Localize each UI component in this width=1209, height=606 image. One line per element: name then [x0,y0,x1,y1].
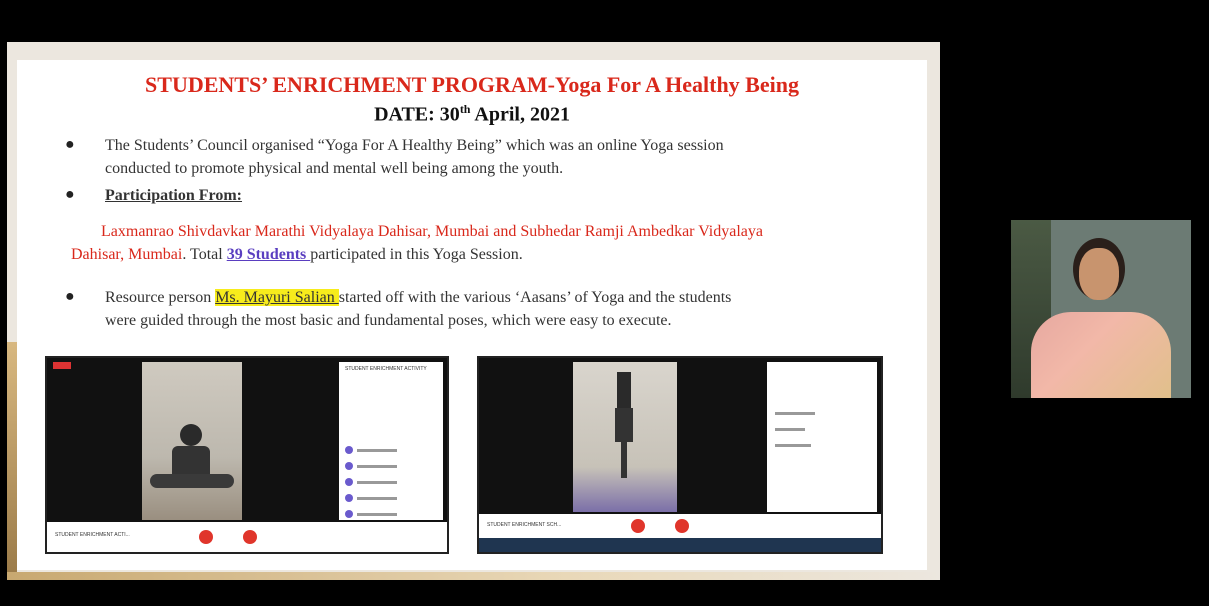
chat-panel [767,362,877,512]
students-count: 39 Students [226,246,311,263]
slide-accent-bar [7,342,17,580]
meeting-screenshot-1: STUDENT ENRICHMENT ACTIVITY STUDENT ENRI… [45,356,449,554]
camera-button [675,519,689,533]
resource-person-name: Ms. Mayuri Salian [215,289,339,306]
presenter-webcam [1011,220,1191,398]
participant-video [142,362,242,520]
bullet-2-participation: Participation From: [105,187,243,204]
bullet-dot: ● [65,136,75,153]
rec-badge [53,362,71,369]
meeting-screenshot-2: STUDENT ENRICHMENT SCH... [477,356,883,554]
slide: STUDENTS’ ENRICHMENT PROGRAM-Yoga For A … [17,60,927,570]
meeting-controls: STUDENT ENRICHMENT SCH... [479,514,881,538]
bullet-1: The Students’ Council organised “Yoga Fo… [105,137,724,177]
mic-button [631,519,645,533]
participants: Laxmanrao Shivdavkar Marathi Vidyalaya D… [71,223,763,263]
bullet-dot: ● [65,288,75,305]
participants-panel: STUDENT ENRICHMENT ACTIVITY [339,362,443,520]
camera-button [243,530,257,544]
bullet-dot: ● [65,186,75,203]
participant-video [573,362,677,512]
meeting-controls: STUDENT ENRICHMENT ACTI... [47,522,447,552]
mic-button [199,530,213,544]
slide-date: DATE: 30th April, 2021 [374,102,570,126]
slide-accent-bottom [7,572,940,580]
slide-title: STUDENTS’ ENRICHMENT PROGRAM-Yoga For A … [145,72,799,97]
bullet-3: Resource person Ms. Mayuri Salian starte… [105,289,732,329]
slide-frame: STUDENTS’ ENRICHMENT PROGRAM-Yoga For A … [7,42,940,580]
windows-taskbar [479,538,881,552]
